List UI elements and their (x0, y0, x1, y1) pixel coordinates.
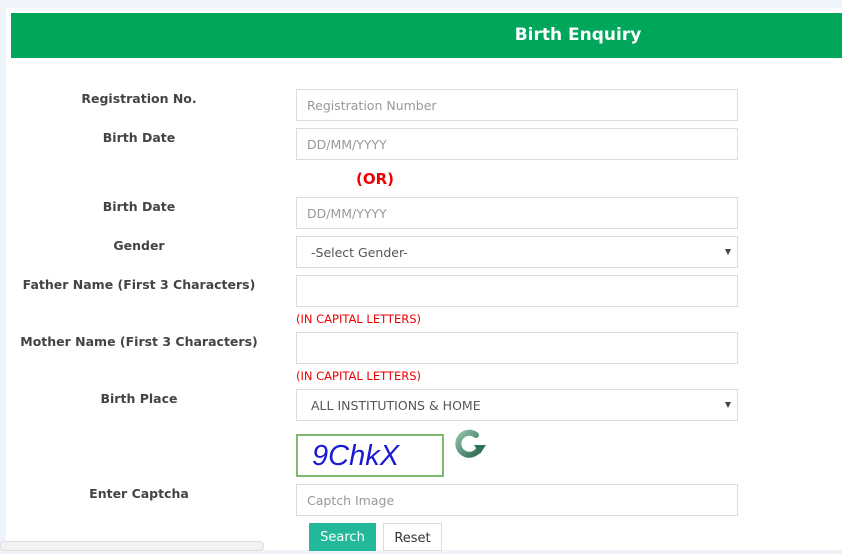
registration-no-label: Registration No. (81, 91, 197, 106)
birth-date-input[interactable] (297, 129, 737, 159)
reset-button[interactable]: Reset (383, 523, 442, 551)
chevron-down-icon (725, 402, 731, 408)
birth-date-field[interactable] (296, 128, 738, 160)
page-title: Birth Enquiry (514, 25, 642, 45)
page-header: Birth Enquiry (11, 13, 842, 58)
search-button[interactable]: Search (309, 523, 376, 551)
birth-date-2-input[interactable] (297, 198, 737, 228)
gender-select[interactable]: -Select Gender- (296, 236, 738, 268)
registration-no-field[interactable] (296, 89, 738, 121)
birth-date-2-label: Birth Date (102, 199, 176, 214)
birth-place-select[interactable]: ALL INSTITUTIONS & HOME (296, 389, 738, 421)
father-name-input[interactable] (297, 276, 737, 306)
gender-label: Gender (113, 238, 165, 253)
mother-name-input[interactable] (297, 333, 737, 363)
birth-date-2-field[interactable] (296, 197, 738, 229)
chevron-down-icon (725, 249, 731, 255)
father-name-label: Father Name (First 3 Characters) (22, 277, 256, 292)
captcha-image: 9ChkX (296, 434, 444, 477)
birth-place-label: Birth Place (100, 391, 178, 406)
father-name-field[interactable] (296, 275, 738, 307)
refresh-captcha-icon[interactable] (452, 427, 488, 461)
mother-name-label: Mother Name (First 3 Characters) (20, 334, 258, 349)
captcha-input[interactable] (297, 485, 737, 515)
father-name-hint: (IN CAPITAL LETTERS) (296, 312, 421, 326)
birth-date-label: Birth Date (102, 130, 176, 145)
captcha-text: 9ChkX (312, 440, 400, 472)
captcha-field[interactable] (296, 484, 738, 516)
birth-place-selected-value: ALL INSTITUTIONS & HOME (311, 398, 481, 413)
or-separator: (OR) (356, 170, 395, 188)
mother-name-field[interactable] (296, 332, 738, 364)
registration-no-input[interactable] (297, 90, 737, 120)
captcha-label: Enter Captcha (89, 486, 189, 501)
gender-selected-value: -Select Gender- (311, 245, 408, 260)
mother-name-hint: (IN CAPITAL LETTERS) (296, 369, 421, 383)
